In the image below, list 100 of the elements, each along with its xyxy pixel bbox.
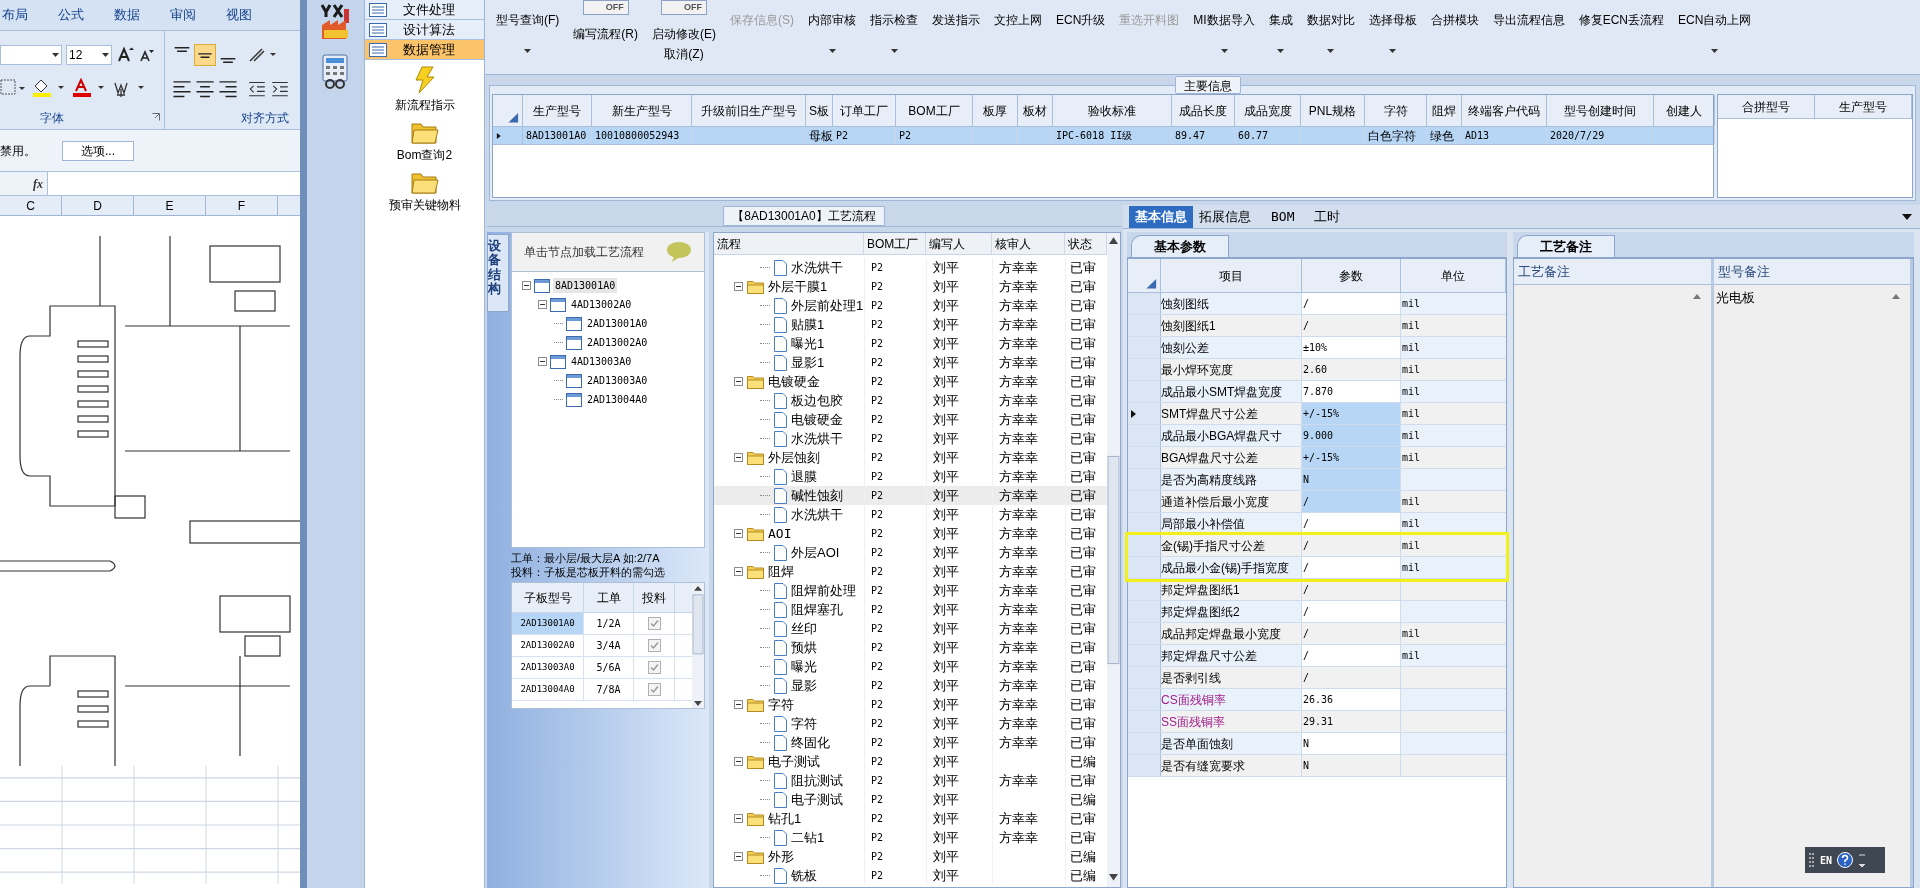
tab[interactable]: BOM [1257, 206, 1309, 228]
column-header[interactable]: 核审人 [992, 233, 1065, 254]
nav-section[interactable]: 文件处理 [365, 0, 484, 20]
column-header[interactable]: 合拼型号 [1718, 95, 1815, 118]
table-cell[interactable]: 2.60 [1302, 359, 1401, 380]
table-cell[interactable]: / [1302, 315, 1401, 336]
toolbar-button[interactable]: 修复ECN丢流程 [1571, 0, 1672, 75]
nav-item[interactable]: 新流程指示 [365, 66, 484, 114]
table-row[interactable]: 预烘 P2 刘平 方幸幸 已审 [714, 638, 1107, 657]
expander-icon[interactable] [734, 700, 743, 709]
table-cell[interactable]: / [1302, 293, 1401, 314]
scrollbar[interactable] [692, 583, 704, 708]
table-row[interactable]: 成品最小SMT焊盘宽度 7.870 mil [1128, 381, 1506, 403]
table-cell[interactable]: / [1302, 667, 1401, 688]
toolbar-button[interactable]: 文控上网 [987, 0, 1049, 75]
toolbar-button[interactable]: 型号查询(F) [489, 0, 567, 75]
toolbar-button[interactable]: MI数据导入 [1186, 0, 1262, 75]
toggle-switch[interactable]: OFF [661, 0, 707, 15]
checkbox[interactable] [647, 683, 661, 696]
table-row[interactable]: 局部最小补偿值 / mil [1128, 513, 1506, 535]
checkbox[interactable] [647, 617, 661, 630]
font-color-icon[interactable] [72, 78, 106, 98]
nav-item[interactable]: Bom查询2 [365, 120, 484, 164]
column-header[interactable]: 工单 [584, 583, 634, 612]
table-row[interactable]: 电镀硬金 P2 刘平 方幸幸 已审 [714, 372, 1107, 391]
tree-node[interactable]: 2AD13004A0 [585, 392, 650, 407]
table-row[interactable]: 蚀刻公差 ±10% mil [1128, 337, 1506, 359]
expander-icon[interactable] [734, 529, 743, 538]
table-cell[interactable]: N [1302, 733, 1401, 754]
tree-node[interactable]: 4AD13002A0 [569, 297, 634, 312]
table-cell[interactable]: 7.870 [1302, 381, 1401, 402]
table-cell[interactable]: +/-15% [1302, 403, 1401, 424]
shrink-font-icon[interactable] [138, 47, 154, 63]
column-header[interactable]: 型号创建时间 [1547, 95, 1654, 126]
column-header[interactable]: 生产型号 [1815, 95, 1912, 118]
table-row[interactable]: 水洗烘干 P2 刘平 方幸幸 已审 [714, 429, 1107, 448]
table-cell[interactable]: 2AD13001A0 [512, 613, 584, 634]
table-row[interactable]: 显影 P2 刘平 方幸幸 已审 [714, 676, 1107, 695]
column-header[interactable]: 型号备注 [1713, 259, 1910, 285]
table-row[interactable]: 最小焊环宽度 2.60 mil [1128, 359, 1506, 381]
table-row[interactable]: 金(锡)手指尺寸公差 / mil [1128, 535, 1506, 557]
expander-icon[interactable] [538, 357, 547, 366]
tab[interactable]: 基本信息 [1129, 206, 1193, 228]
nav-item[interactable]: 预审关键物料 [365, 170, 484, 214]
table-row[interactable]: 8AD13001A0 10010800052943 母板 P2 P2 IPC-6018 II级 89.47 60.77 白色字符 绿色 AD13 2020/7/29 [493, 127, 1713, 145]
table-row[interactable]: 阻焊 P2 刘平 方幸幸 已审 [714, 562, 1107, 581]
expander-icon[interactable] [522, 281, 531, 290]
table-cell[interactable]: / [1302, 491, 1401, 512]
table-row[interactable]: 是否为高精度线路 N [1128, 469, 1506, 491]
toolbar-button[interactable]: 合拼模块 [1423, 0, 1486, 75]
table-row[interactable]: 贴膜1 P2 刘平 方幸幸 已审 [714, 315, 1107, 334]
column-header[interactable]: F [206, 196, 278, 215]
column-header[interactable]: 板厚 [973, 95, 1018, 126]
column-header[interactable]: PNL规格 [1301, 95, 1365, 126]
table-row[interactable]: 二钻1 P2 刘平 方幸幸 已审 [714, 828, 1107, 847]
table-row[interactable]: 外层干膜1 P2 刘平 方幸幸 已审 [714, 277, 1107, 296]
column-header[interactable]: 参数 [1302, 259, 1401, 292]
column-header[interactable]: 字符 [1365, 95, 1427, 126]
table-row[interactable]: 成品邦定焊盘最小宽度 / mil [1128, 623, 1506, 645]
nav-section[interactable]: 设计算法 [365, 20, 484, 40]
column-header[interactable]: S板 [806, 95, 833, 126]
table-row[interactable]: SS面残铜率 29.31 [1128, 711, 1506, 733]
toolbar-button[interactable]: ECN升级 [1049, 0, 1113, 75]
table-row[interactable]: 蚀刻图纸 / mil [1128, 293, 1506, 315]
align-icon[interactable] [194, 44, 216, 66]
table-row[interactable]: 电镀硬金 P2 刘平 方幸幸 已审 [714, 410, 1107, 429]
table-row[interactable]: 阻焊塞孔 P2 刘平 方幸幸 已审 [714, 600, 1107, 619]
column-header[interactable]: BOM工厂 [864, 233, 926, 254]
options-icon[interactable] [1858, 852, 1867, 868]
expander-icon[interactable] [734, 814, 743, 823]
table-cell[interactable]: / [1302, 513, 1401, 534]
table-cell[interactable]: +/-15% [1302, 447, 1401, 468]
table-row[interactable]: 丝印 P2 刘平 方幸幸 已审 [714, 619, 1107, 638]
tree-node[interactable]: 8AD13001A0 [553, 278, 618, 293]
factory-icon[interactable] [319, 3, 352, 39]
expander-icon[interactable] [734, 757, 743, 766]
ribbon-tab[interactable]: 公式 [58, 5, 84, 25]
table-row[interactable]: 终固化 P2 刘平 方幸幸 已审 [714, 733, 1107, 752]
toolbar-button[interactable]: 集成 [1261, 0, 1300, 75]
table-row[interactable]: 碱性蚀刻 P2 刘平 方幸幸 已审 [714, 486, 1107, 505]
toolbar-button[interactable]: 数据对比 [1299, 0, 1362, 75]
grip-icon[interactable] [1809, 852, 1815, 868]
launcher-icon[interactable] [152, 113, 160, 121]
table-cell[interactable]: / [1302, 645, 1401, 666]
column-header[interactable]: 订单工厂 [833, 95, 896, 126]
table-row[interactable]: 铣板 P2 刘平 已编 [714, 866, 1107, 885]
column-header[interactable]: E [134, 196, 206, 215]
border-icon[interactable] [0, 79, 26, 97]
fill-color-icon[interactable] [32, 78, 66, 98]
table-row[interactable]: 是否剥引线 / [1128, 667, 1506, 689]
scroll-up-icon[interactable] [1692, 294, 1701, 299]
table-row[interactable]: 字符 P2 刘平 方幸幸 已审 [714, 714, 1107, 733]
table-row[interactable]: SMT焊盘尺寸公差 +/-15% mil [1128, 403, 1506, 425]
column-header[interactable]: 生产型号 [523, 95, 592, 126]
column-header[interactable]: 投料 [634, 583, 675, 612]
table-row[interactable]: 蚀刻图纸1 / mil [1128, 315, 1506, 337]
column-header[interactable]: 阻焊 [1427, 95, 1462, 126]
help-icon[interactable] [1837, 852, 1854, 868]
expander-icon[interactable] [734, 377, 743, 386]
expander-icon[interactable] [538, 300, 547, 309]
